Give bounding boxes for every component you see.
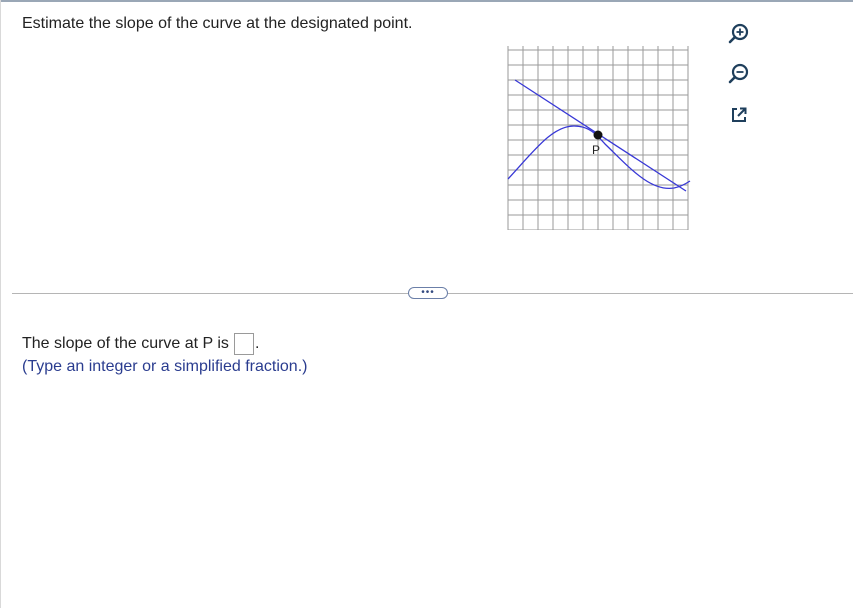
curve-graph: P — [507, 46, 691, 230]
pop-out-icon — [732, 107, 747, 122]
question-text: Estimate the slope of the curve at the d… — [22, 15, 413, 32]
zoom-in-icon — [728, 23, 749, 44]
slope-answer-input[interactable] — [233, 333, 254, 355]
zoom-in-button[interactable] — [724, 18, 754, 48]
answer-line: The slope of the curve at P is . — [22, 333, 259, 355]
answer-hint: (Type an integer or a simplified fractio… — [22, 358, 308, 375]
more-options-button[interactable]: ••• — [408, 287, 448, 299]
pop-out-button[interactable] — [724, 100, 754, 130]
point-p-marker — [593, 130, 603, 140]
left-border — [0, 0, 1, 608]
point-p-label: P — [592, 143, 600, 157]
answer-prompt: The slope of the curve at P is — [22, 335, 229, 352]
answer-suffix: . — [254, 335, 260, 352]
zoom-out-icon — [728, 63, 749, 84]
top-border — [0, 0, 853, 2]
zoom-out-button[interactable] — [724, 58, 754, 88]
